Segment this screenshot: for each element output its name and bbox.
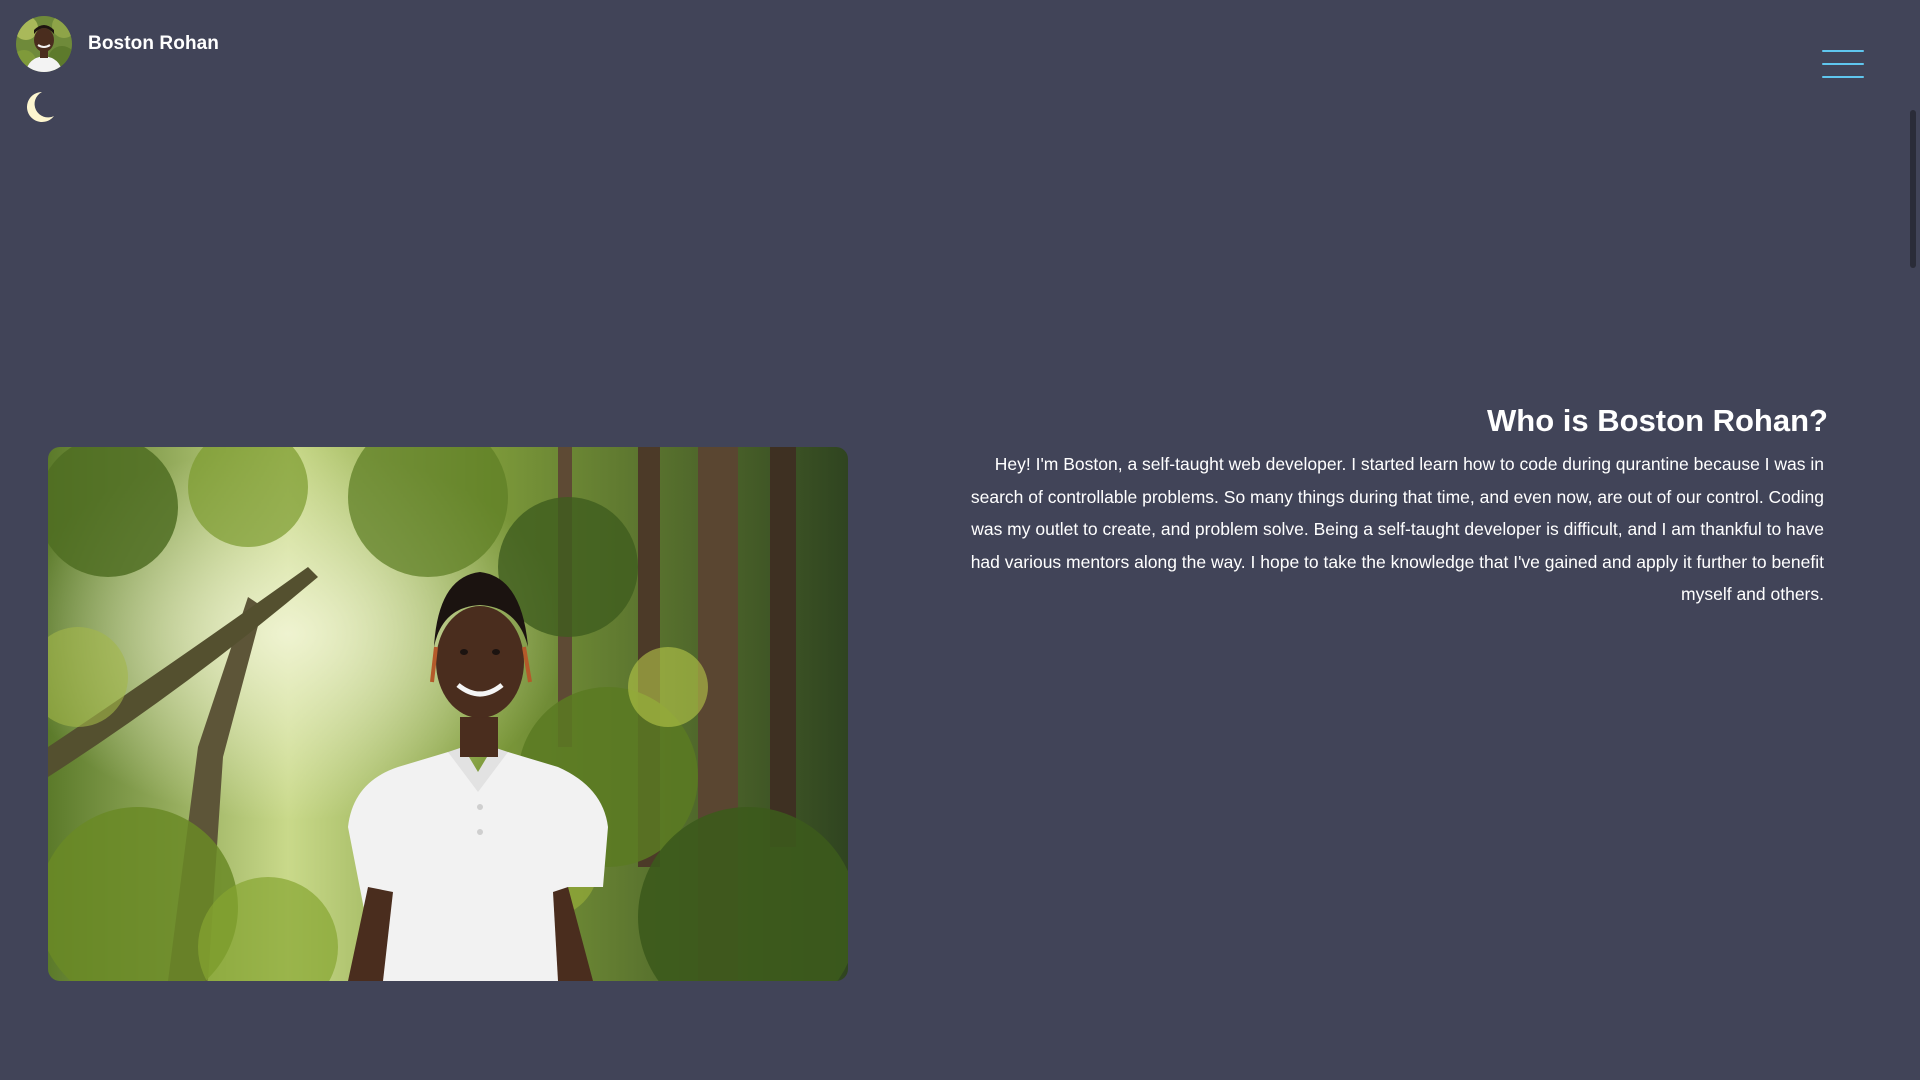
page: Boston Rohan Who is Boston Rohan? Hey! I… — [0, 0, 1920, 1080]
brand-home-link[interactable]: Boston Rohan — [16, 16, 219, 72]
hamburger-menu-icon-line — [1822, 76, 1864, 78]
about-photo — [48, 447, 848, 981]
about-body: Hey! I'm Boston, a self-taught web devel… — [970, 454, 1824, 604]
hamburger-menu-icon-line — [1822, 63, 1864, 65]
brand-name: Boston Rohan — [88, 33, 220, 54]
hamburger-menu-icon — [1822, 50, 1864, 52]
theme-toggle-button[interactable] — [20, 88, 58, 126]
scrollbar-thumb[interactable] — [1910, 110, 1916, 268]
menu-button[interactable] — [1822, 50, 1864, 80]
avatar — [16, 16, 72, 72]
about-heading: Who is Boston Rohan? — [1487, 403, 1828, 438]
about-section: Who is Boston Rohan? Hey! I'm Boston, a … — [940, 400, 1828, 611]
moon-icon — [27, 92, 54, 122]
